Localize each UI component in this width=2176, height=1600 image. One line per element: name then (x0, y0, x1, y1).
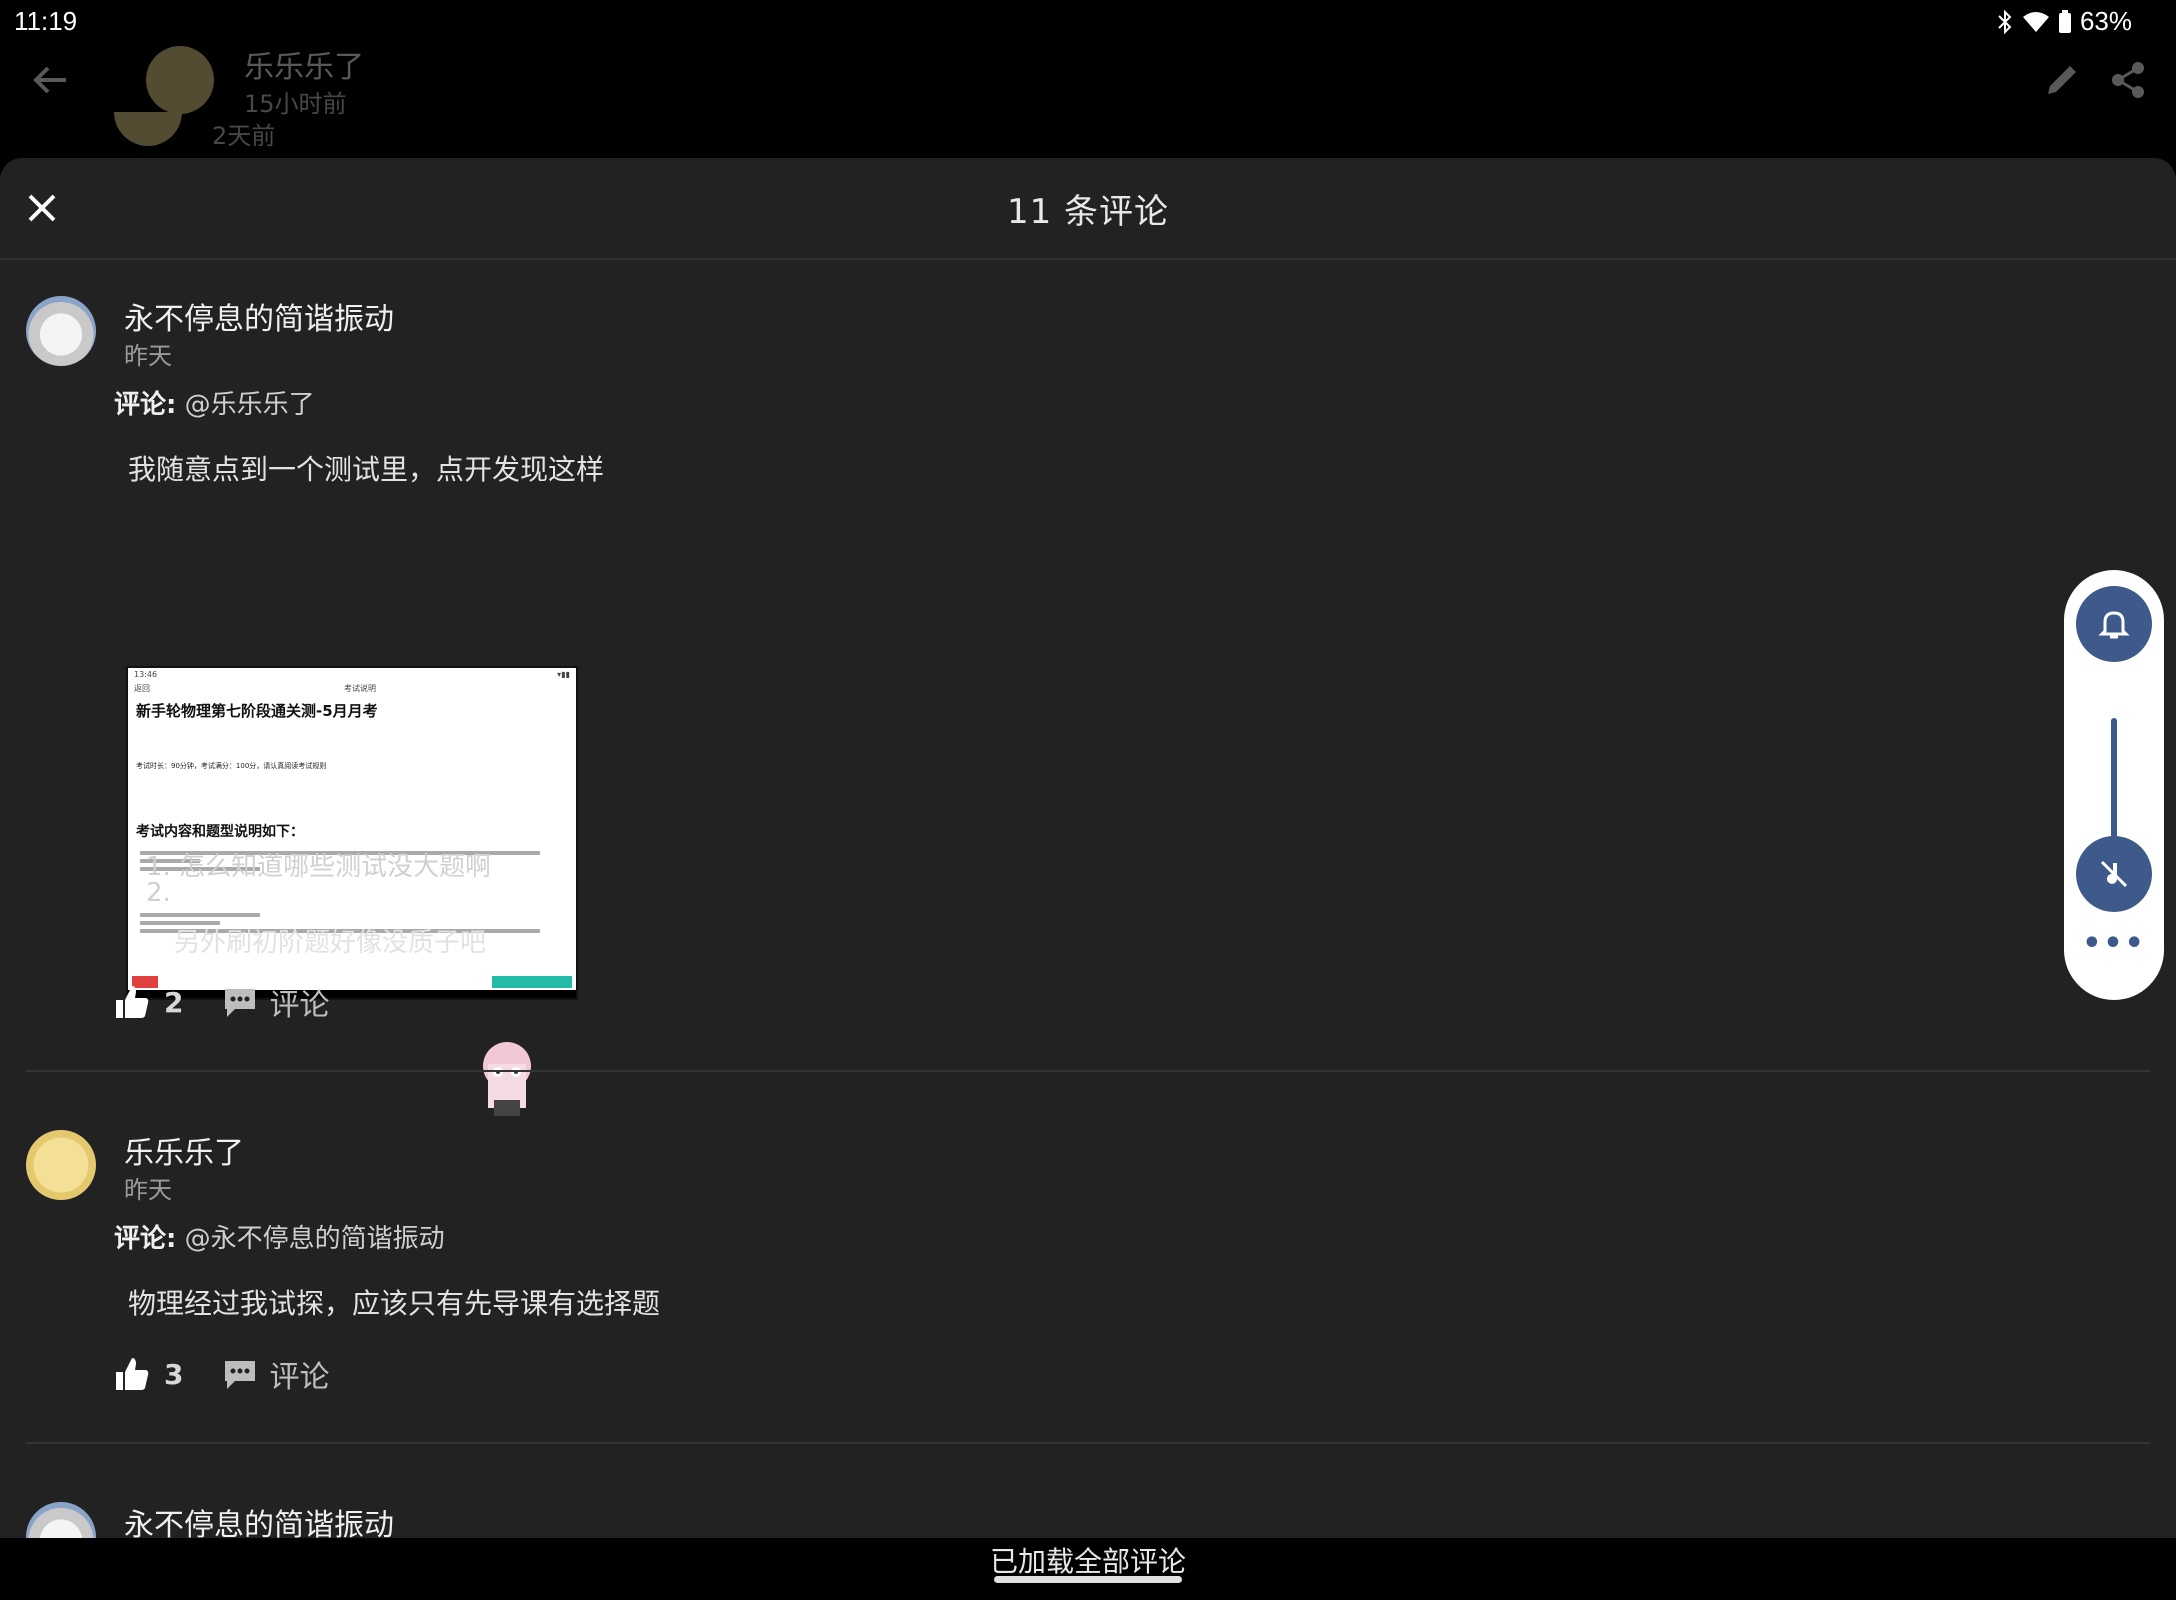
shot-section: 考试内容和题型说明如下： (136, 824, 304, 840)
shot-nav: 返回 考试说明 (134, 684, 376, 693)
like-count: 3 (164, 1357, 184, 1391)
bluetooth-icon (1998, 9, 2012, 34)
wifi-icon (2022, 11, 2049, 32)
author-name: 乐乐乐了 (244, 50, 364, 85)
sheet-header: 11 条评论 (0, 158, 2176, 260)
share-icon[interactable] (2108, 60, 2148, 100)
comment-username[interactable]: 永不停息的简谐振动 (124, 294, 394, 338)
reply-label: 评论: (114, 1224, 177, 1254)
comment-actions: 3 评论 (114, 1352, 329, 1396)
bell-icon (2098, 611, 2130, 639)
home-indicator[interactable] (994, 1576, 1182, 1583)
comment-extra: 另外刷初阶题好像没质子吧 (174, 928, 487, 958)
comment-text: 我随意点到一个测试里，点开发现这样 (128, 453, 605, 486)
thumbs-up-icon[interactable] (114, 1356, 150, 1392)
battery-icon (2058, 9, 2071, 33)
shot-title: 新手轮物理第七阶段通关测-5月月考 (136, 702, 378, 720)
author-avatar[interactable] (146, 46, 214, 114)
sheet-title: 11 条评论 (1006, 192, 1170, 232)
comment-bubble-icon[interactable] (223, 1357, 257, 1391)
shot-status-icons: ▾▮▮ (557, 670, 570, 679)
more-dots-icon[interactable]: ••• (2064, 926, 2164, 961)
comment-divider (26, 1070, 2150, 1072)
volume-slider[interactable] (2111, 718, 2117, 838)
comment-divider (26, 1442, 2150, 1444)
comment-time: 昨天 (124, 1176, 172, 1204)
shot-status: 13:46 ▾▮▮ (134, 670, 570, 679)
avatar[interactable] (26, 296, 96, 366)
reply-mention[interactable]: @乐乐乐了 (185, 390, 315, 420)
loaded-all-comments: 已加载全部评论 (989, 1545, 1186, 1578)
list-item: 2. (146, 878, 171, 908)
shot-teal-button (492, 976, 572, 988)
mute-button[interactable] (2076, 836, 2152, 912)
shot-info: 考试时长：90分钟，考试满分：100分，请认真阅读考试规则 (136, 762, 327, 770)
thumbs-up-icon[interactable] (114, 984, 150, 1020)
reply-mention[interactable]: @永不停息的简谐振动 (185, 1224, 445, 1254)
comment-username[interactable]: 乐乐乐了 (124, 1128, 244, 1172)
post-time: 15小时前 (244, 90, 347, 118)
floating-control-panel: ••• (2064, 570, 2164, 1000)
comment-actions: 2 评论 (114, 980, 329, 1024)
list-item: 1. 怎么知道哪些测试没大题啊 (146, 852, 492, 882)
edit-icon[interactable] (2042, 60, 2082, 100)
back-arrow-icon[interactable] (28, 58, 72, 102)
reply-to: 评论: @永不停息的简谐振动 (114, 1218, 445, 1255)
reply-to: 评论: @乐乐乐了 (114, 384, 315, 421)
comment-action-label[interactable]: 评论 (269, 1352, 329, 1396)
avatar-behind (114, 112, 182, 146)
comment-bubble-icon[interactable] (223, 985, 257, 1019)
post-time-behind: 2天前 (212, 122, 276, 150)
avatar[interactable] (26, 1130, 96, 1200)
like-count: 2 (164, 985, 184, 1019)
comment-time: 昨天 (124, 342, 172, 370)
bell-button[interactable] (2076, 586, 2152, 662)
comments-sheet: 11 条评论 永不停息的简谐振动 昨天 评论: @乐乐乐了 我随意点到一个测试里… (0, 158, 2176, 1572)
status-icons: 63% (1996, 6, 2132, 37)
battery-level: 63% (2079, 6, 2132, 36)
comment-action-label[interactable]: 评论 (269, 980, 329, 1024)
anime-sticker (483, 1042, 531, 1116)
comment-text: 物理经过我试探，应该只有先导课有选择题 (128, 1287, 661, 1320)
status-time: 11:19 (14, 6, 78, 36)
reply-label: 评论: (114, 390, 177, 420)
music-off-icon (2100, 860, 2128, 888)
